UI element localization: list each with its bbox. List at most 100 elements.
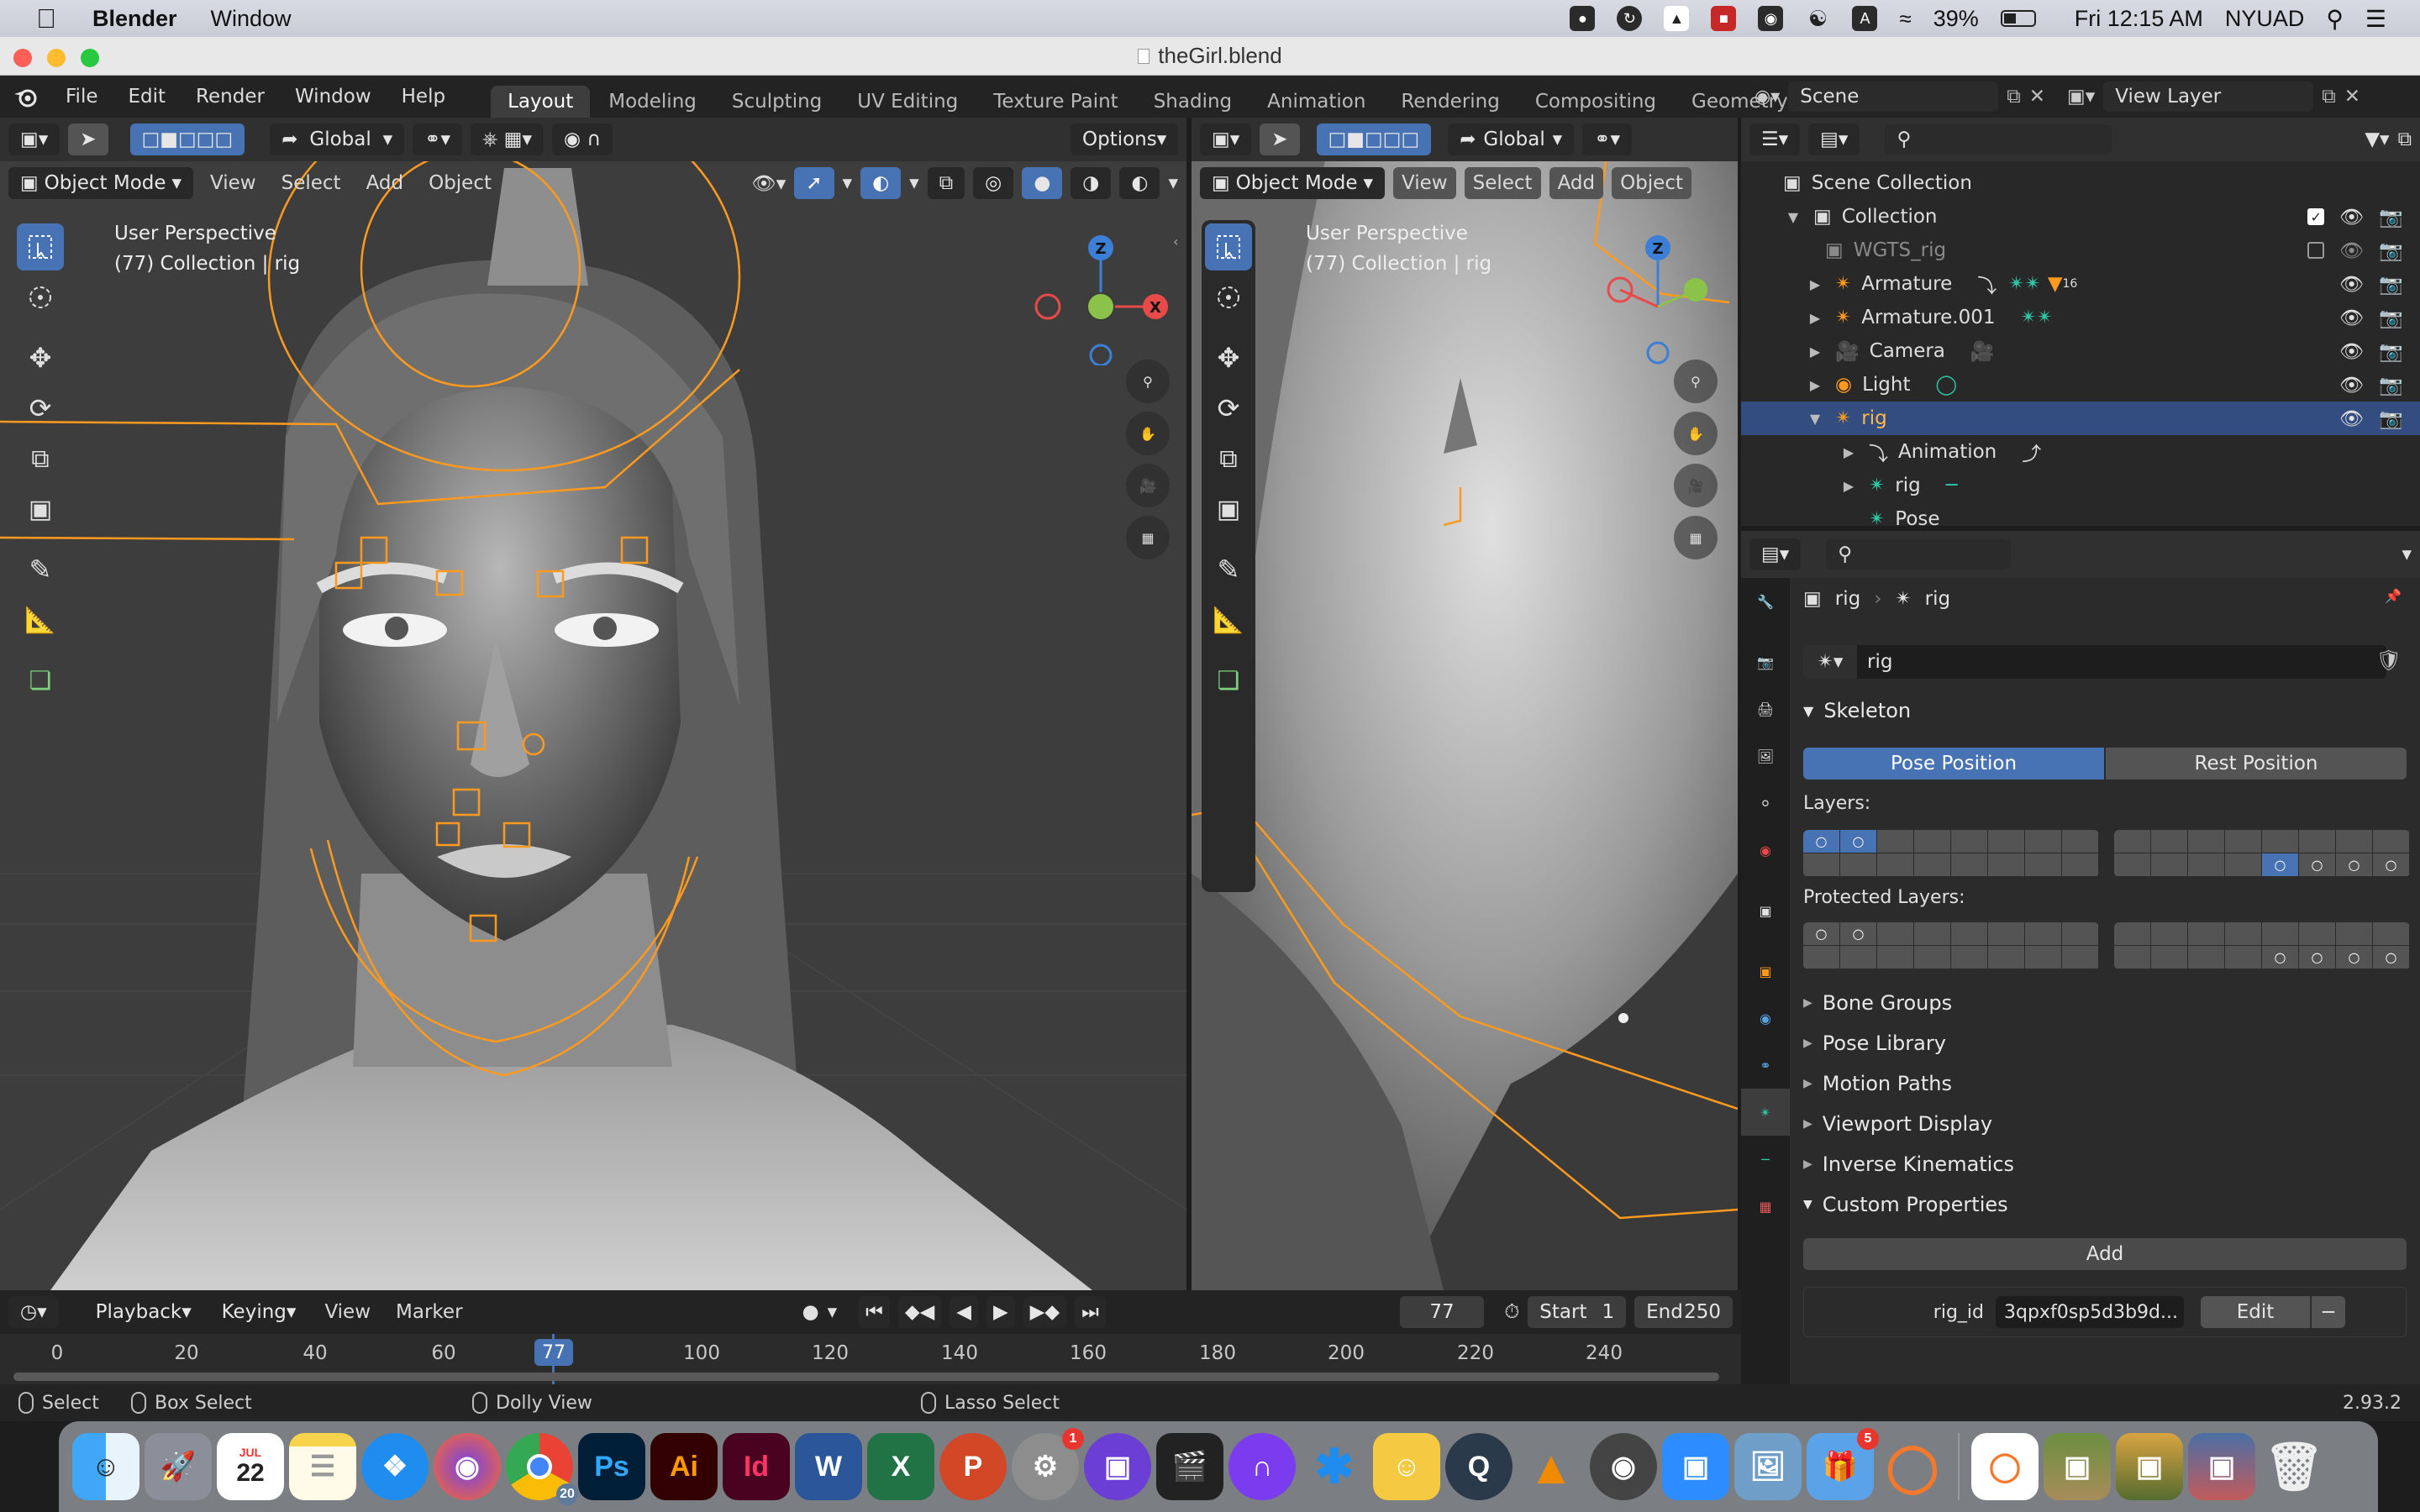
finder-icon[interactable]: ☺ bbox=[72, 1433, 139, 1500]
bear-tray-icon[interactable]: ◉ bbox=[1758, 6, 1784, 31]
select-box-tool-icon[interactable] bbox=[1205, 223, 1252, 270]
new-collection-icon[interactable]: ⧉ bbox=[2398, 129, 2412, 150]
play-icon[interactable]: ▶ bbox=[986, 1296, 1015, 1328]
visibility-eye-icon[interactable]: 👁 bbox=[2339, 239, 2364, 262]
chevron-down-icon[interactable]: ▾ bbox=[909, 172, 919, 194]
chrome-icon[interactable]: 20 bbox=[506, 1433, 578, 1505]
material-shading-icon[interactable]: ◑ bbox=[1071, 167, 1112, 199]
jump-to-start-icon[interactable]: ⏮ bbox=[859, 1296, 890, 1328]
layer-toggle[interactable] bbox=[2151, 922, 2188, 946]
layer-toggle[interactable] bbox=[2373, 922, 2410, 946]
custom-property-value-field[interactable]: 3qpxf0sp5d3b9d... bbox=[1996, 1296, 2184, 1328]
close-window-button[interactable] bbox=[13, 49, 32, 67]
sync-tray-icon[interactable]: ↻ bbox=[1617, 6, 1643, 31]
play-reverse-icon[interactable]: ◀ bbox=[950, 1296, 978, 1328]
layer-toggle[interactable] bbox=[2062, 922, 2099, 946]
layer-toggle[interactable] bbox=[2299, 830, 2336, 853]
layer-toggle[interactable] bbox=[1877, 830, 1914, 853]
zoom-window-button[interactable] bbox=[81, 49, 99, 67]
layer-toggle[interactable] bbox=[1877, 853, 1914, 877]
workspace-tab-rendering[interactable]: Rendering bbox=[1384, 86, 1516, 118]
navigation-gizmo[interactable]: Z X bbox=[1029, 223, 1172, 365]
render-camera-icon[interactable]: 📷 bbox=[2379, 273, 2403, 296]
measure-tool-icon[interactable]: 📐 bbox=[17, 596, 64, 643]
rotate-tool-icon[interactable]: ⟳ bbox=[1205, 385, 1252, 432]
render-camera-icon[interactable]: 📷 bbox=[2379, 206, 2403, 228]
viewport-display-panel-header[interactable]: ▶ Viewport Display bbox=[1803, 1112, 1992, 1136]
mode-dropdown[interactable]: ▣ Object Mode ▾ bbox=[8, 167, 193, 199]
protected-layers-grid-left[interactable]: ○ ○ bbox=[1803, 922, 2099, 969]
new-scene-icon[interactable]: ⧉ bbox=[2007, 86, 2020, 108]
app-menu-window[interactable]: Window bbox=[211, 6, 292, 32]
scale-tool-icon[interactable]: ⧉ bbox=[17, 435, 64, 482]
layer-toggle[interactable] bbox=[2225, 946, 2262, 969]
scene-properties-tab-icon[interactable]: ⚪ bbox=[1741, 780, 1790, 827]
delete-scene-icon[interactable]: ✕ bbox=[2029, 86, 2045, 108]
zoom-view-icon[interactable]: ⚲ bbox=[1674, 360, 1718, 403]
layer-toggle[interactable] bbox=[1914, 830, 1951, 853]
viewport-menu-add[interactable]: Add bbox=[1549, 167, 1604, 199]
outliner-row-rig[interactable]: ▼ ✴ rig 👁 📷 bbox=[1741, 402, 2420, 435]
perspective-toggle-icon[interactable]: ▦ bbox=[1126, 516, 1170, 559]
wireframe-shading-icon[interactable]: ◎ bbox=[973, 167, 1014, 199]
perspective-toggle-icon[interactable]: ▦ bbox=[1674, 516, 1718, 559]
collection-properties-tab-icon[interactable]: ▣ bbox=[1741, 887, 1790, 934]
clock[interactable]: Fri 12:15 AM bbox=[2075, 6, 2203, 32]
view-layer-selector-icon[interactable]: ▣▾ bbox=[2067, 86, 2095, 108]
keying-menu[interactable]: Keying ▾ bbox=[210, 1296, 308, 1328]
protected-layers-grid-right[interactable]: ○ ○ ○ ○ bbox=[2114, 922, 2410, 969]
properties-search-input[interactable]: ⚲ bbox=[1826, 539, 2012, 570]
render-camera-icon[interactable]: 📷 bbox=[2379, 407, 2403, 430]
word-icon[interactable]: W bbox=[795, 1433, 862, 1500]
editor-type-icon[interactable]: ▣▾ bbox=[1200, 123, 1252, 155]
constraints-properties-tab-icon[interactable]: ⚭ bbox=[1741, 1042, 1790, 1089]
flag-tray-icon[interactable]: ■ bbox=[1711, 6, 1737, 31]
viewport-right[interactable]: ▣▾ ➤ □■□□□ ➦ Global ▾ ⚭▾ ▣ Object Mode ▾ Vie… bbox=[1192, 118, 1738, 1290]
view-layer-name-field[interactable]: View Layer bbox=[2103, 81, 2314, 112]
layer-toggle[interactable] bbox=[1877, 922, 1914, 946]
select-box-tool-icon[interactable] bbox=[17, 223, 64, 270]
armature-browse-icon[interactable]: ✴▾ bbox=[1803, 645, 1857, 679]
layer-toggle[interactable] bbox=[1988, 830, 2025, 853]
timeline-menu-marker[interactable]: Marker bbox=[387, 1301, 471, 1323]
workspace-tab-modeling[interactable]: Modeling bbox=[592, 86, 713, 118]
layer-toggle[interactable] bbox=[2373, 830, 2410, 853]
outliner-row-pose[interactable]: ✴ Pose bbox=[1741, 502, 2420, 526]
layer-toggle[interactable] bbox=[2062, 946, 2099, 969]
rotate-tool-icon[interactable]: ⟳ bbox=[17, 385, 64, 432]
physics-properties-tab-icon[interactable]: ◉ bbox=[1741, 995, 1790, 1042]
menu-edit[interactable]: Edit bbox=[113, 76, 182, 118]
properties-editor-type-icon[interactable]: ▤▾ bbox=[1749, 538, 1802, 570]
solid-shading-icon[interactable]: ● bbox=[1022, 167, 1063, 199]
visibility-eye-icon[interactable]: 👁 bbox=[2339, 206, 2364, 228]
expand-triangle-icon[interactable]: ▶ bbox=[1805, 310, 1825, 326]
bone-properties-tab-icon[interactable]: ─ bbox=[1741, 1136, 1790, 1183]
bone-groups-panel-header[interactable]: ▶ Bone Groups bbox=[1803, 991, 1952, 1015]
select-mode-icon[interactable]: ➤ bbox=[68, 123, 108, 155]
workspace-tab-texture-paint[interactable]: Texture Paint bbox=[976, 86, 1134, 118]
cursor-tool-icon[interactable] bbox=[1205, 274, 1252, 321]
layer-toggle[interactable] bbox=[2151, 946, 2188, 969]
playhead-frame-label[interactable]: 77 bbox=[534, 1339, 573, 1366]
menu-file[interactable]: File bbox=[50, 76, 113, 118]
layer-toggle[interactable]: ○ bbox=[1840, 922, 1877, 946]
final-cut-icon[interactable]: 🎬 bbox=[1156, 1433, 1223, 1500]
layer-toggle[interactable] bbox=[1840, 853, 1877, 877]
timeline-menu-view[interactable]: View bbox=[316, 1301, 379, 1323]
expand-triangle-icon[interactable]: ▶ bbox=[1839, 444, 1859, 460]
gizmo-toggle-icon[interactable]: ➚ bbox=[794, 167, 834, 199]
disk-utility-icon[interactable]: ◉ bbox=[1590, 1433, 1657, 1500]
armature-layers-grid-right[interactable]: ○ ○ ○ ○ bbox=[2114, 830, 2410, 877]
outliner-row-rig-data[interactable]: ▶ ✴ rig ─ bbox=[1741, 469, 2420, 502]
downloads-stack-icon[interactable]: ▣ bbox=[2044, 1433, 2111, 1500]
notes-icon[interactable]: ☰ bbox=[289, 1433, 356, 1500]
jump-to-prev-keyframe-icon[interactable]: ◆◀ bbox=[897, 1296, 942, 1328]
user-name[interactable]: NYUAD bbox=[2225, 6, 2305, 32]
pan-view-icon[interactable]: ✋ bbox=[1126, 412, 1170, 455]
armature-data-block-field[interactable]: ✴▾ rig bbox=[1803, 645, 2386, 679]
output-properties-tab-icon[interactable]: 🖨 bbox=[1741, 685, 1790, 732]
powerpoint-icon[interactable]: P bbox=[939, 1433, 1007, 1500]
preview-range-stopwatch-icon[interactable]: ⏱ bbox=[1504, 1301, 1519, 1323]
camera-view-icon[interactable]: 🎥 bbox=[1126, 464, 1170, 507]
visibility-eye-icon[interactable]: 👁 bbox=[2339, 374, 2364, 396]
